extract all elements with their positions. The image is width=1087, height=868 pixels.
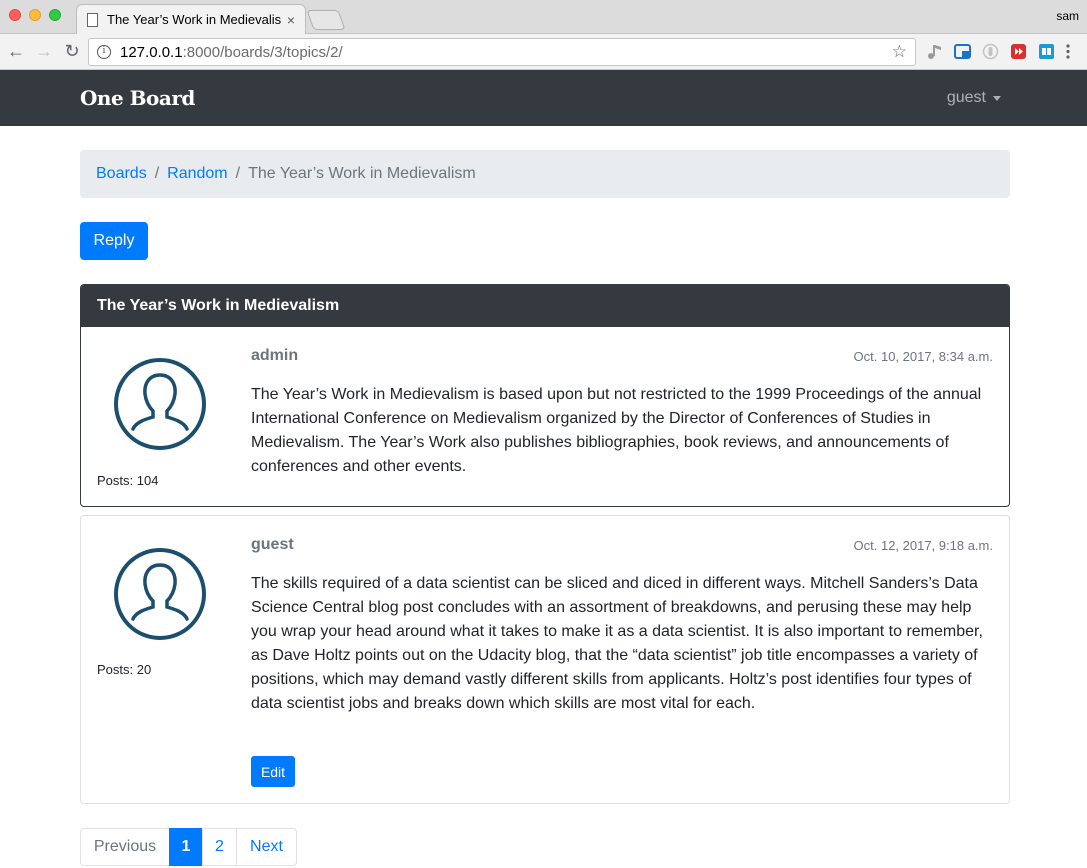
- close-window-button[interactable]: [9, 9, 21, 21]
- posts-count: Posts: 104: [97, 473, 159, 488]
- edit-button[interactable]: Edit: [251, 756, 295, 787]
- user-dropdown[interactable]: guest: [947, 89, 1001, 107]
- browser-toolbar: ← → ↻ i 127.0.0.1:8000/boards/3/topics/2…: [0, 34, 1087, 70]
- post-body: Posts: 104 admin Oct. 10, 2017, 8:34 a.m…: [81, 327, 1009, 507]
- more-menu-icon[interactable]: [1066, 43, 1070, 60]
- address-bar[interactable]: i 127.0.0.1:8000/boards/3/topics/2/ ☆: [88, 38, 916, 66]
- info-icon[interactable]: i: [97, 45, 111, 59]
- ghostery-extension-icon[interactable]: [982, 43, 999, 60]
- browser-tab-bar: The Year’s Work in Medievalism × sam: [0, 0, 1087, 34]
- minimize-window-button[interactable]: [29, 9, 41, 21]
- user-name: guest: [946, 89, 986, 106]
- breadcrumb-separator: /: [235, 165, 241, 182]
- forward-arrow-icon[interactable]: →: [32, 41, 56, 62]
- reply-button[interactable]: Reply: [80, 222, 148, 260]
- breadcrumb-link-random[interactable]: Random: [167, 165, 227, 183]
- topic-title: The Year’s Work in Medievalism: [81, 285, 1009, 327]
- music-extension-icon[interactable]: [926, 43, 943, 60]
- post-message: The Year’s Work in Medievalism is based …: [251, 386, 982, 475]
- breadcrumb-separator: /: [154, 165, 160, 182]
- post-card: The Year’s Work in Medievalism Posts: 10…: [80, 284, 1010, 507]
- tab-title: The Year’s Work in Medievalism: [107, 12, 281, 27]
- breadcrumb-link-boards[interactable]: Boards: [96, 165, 147, 183]
- bookmark-star-icon[interactable]: ☆: [892, 42, 907, 62]
- breadcrumb: Boards / Random / The Year’s Work in Med…: [80, 150, 1010, 198]
- profile-name[interactable]: sam: [1056, 9, 1079, 23]
- reload-icon[interactable]: ↻: [60, 41, 84, 62]
- post-date: Oct. 12, 2017, 9:18 a.m.: [853, 538, 993, 553]
- caret-down-icon: [993, 95, 1001, 101]
- post-card: Posts: 20 guest Oct. 12, 2017, 9:18 a.m.…: [80, 515, 1010, 804]
- posts-count: Posts: 20: [97, 662, 152, 677]
- breadcrumb-current: The Year’s Work in Medievalism: [248, 165, 476, 182]
- url-path: :8000/boards/3/topics/2/: [182, 43, 343, 61]
- app-navbar: One Board guest: [0, 70, 1087, 126]
- tab-close-icon[interactable]: ×: [287, 12, 295, 28]
- brand-logo[interactable]: One Board: [80, 86, 195, 110]
- post-author: admin: [251, 347, 299, 364]
- pagination: Previous 1 2 Next: [80, 828, 297, 866]
- page-next[interactable]: Next: [236, 828, 297, 866]
- user-avatar-icon: [114, 548, 206, 640]
- media-extension-icon[interactable]: [1010, 43, 1027, 60]
- url-host: 127.0.0.1: [120, 43, 183, 61]
- page-previous[interactable]: Previous: [80, 828, 170, 866]
- screenshot-extension-icon[interactable]: [954, 43, 971, 60]
- post-body: Posts: 20 guest Oct. 12, 2017, 9:18 a.m.…: [81, 516, 1009, 803]
- window-controls: [9, 9, 61, 21]
- document-icon: [87, 12, 98, 27]
- back-arrow-icon[interactable]: ←: [4, 41, 28, 62]
- post-date: Oct. 10, 2017, 8:34 a.m.: [853, 349, 993, 364]
- post-author: guest: [251, 536, 294, 553]
- user-avatar-icon: [114, 358, 206, 450]
- zoom-window-button[interactable]: [49, 9, 61, 21]
- reader-extension-icon[interactable]: [1038, 43, 1055, 60]
- post-message: The skills required of a data scientist …: [251, 575, 983, 712]
- new-tab-button[interactable]: [306, 10, 346, 30]
- page-1[interactable]: 1: [169, 828, 203, 866]
- browser-tab[interactable]: The Year’s Work in Medievalism ×: [76, 4, 306, 34]
- page-2[interactable]: 2: [202, 828, 237, 866]
